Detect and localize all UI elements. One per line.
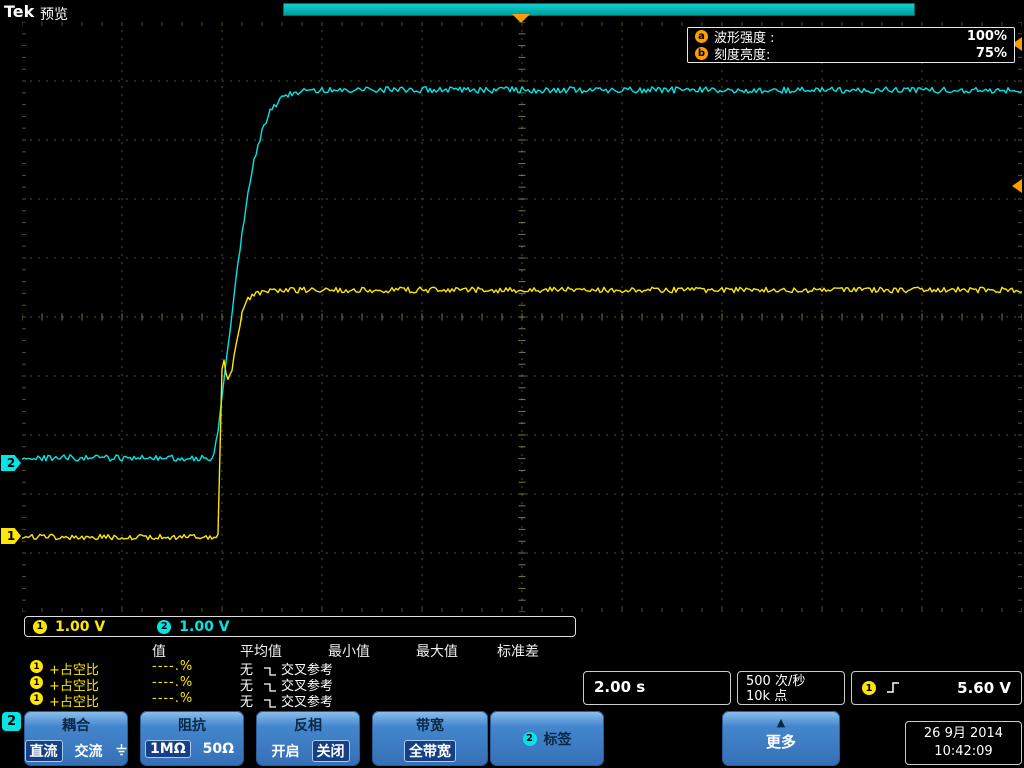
impedance-title: 阻抗 — [178, 718, 206, 734]
horizontal-scale-readout: 2.00 s — [583, 671, 731, 705]
trigger-source-badge: 1 — [862, 681, 876, 695]
coupling-title: 耦合 — [62, 718, 90, 734]
channel-scale-readout: 1 1.00 V 2 1.00 V — [24, 616, 576, 637]
impedance-option-1mohm[interactable]: 1MΩ — [145, 740, 191, 758]
chevron-up-icon: ▲ — [776, 716, 786, 729]
date-value: 26 9月 2014 — [923, 726, 1004, 741]
label-channel-badge: 2 — [522, 731, 537, 746]
bandwidth-option-full[interactable]: 全带宽 — [404, 740, 456, 762]
graticule-intensity-row: b 刻度亮度: 75% — [688, 45, 1014, 63]
ch2-scale-value: 1.00 V — [179, 618, 230, 635]
measurement-col-min: 最小值 — [328, 644, 370, 660]
measurement-row: 1 +占空比 ----.% 无 交叉参考 — [24, 659, 576, 678]
datetime-display: 26 9月 2014 10:42:09 — [905, 721, 1022, 765]
waveform-intensity-row: a 波形强度 : 100% — [688, 28, 1014, 46]
display-settings-popup: a 波形强度 : 100% b 刻度亮度: 75% — [687, 27, 1015, 63]
measurement-value: ----.% — [152, 675, 194, 690]
measurement-row: 1 +占空比 ----.% 无 交叉参考 — [24, 691, 576, 710]
record-length: 10k 点 — [746, 689, 788, 704]
coupling-option-ac[interactable]: 交流 — [70, 740, 108, 762]
invert-option-off[interactable]: 关闭 — [311, 740, 350, 762]
impedance-option-50ohm[interactable]: 50Ω — [198, 740, 239, 758]
impedance-button[interactable]: 阻抗 1MΩ 50Ω — [140, 711, 244, 766]
ch2-scale-group: 2 1.00 V — [157, 618, 230, 635]
trigger-readout: 1 5.60 V — [851, 671, 1022, 705]
measurement-ch-badge: 1 — [30, 692, 43, 705]
measurement-ch-badge: 1 — [30, 660, 43, 673]
measurement-status: 交叉参考 — [281, 695, 334, 710]
waveform-layer — [22, 86, 1022, 541]
measurement-col-stddev: 标准差 — [497, 644, 539, 660]
acquisition-mode-label: 预览 — [40, 7, 68, 23]
acquisition-rate: 500 次/秒 — [746, 674, 806, 689]
bandwidth-title: 带宽 — [416, 718, 444, 734]
waveform-intensity-value: 100% — [966, 29, 1007, 44]
coupling-button[interactable]: 耦合 直流 交流 — [24, 711, 128, 766]
knob-a-icon: a — [695, 30, 708, 43]
rising-edge-icon — [886, 679, 900, 698]
ch2-badge: 2 — [157, 619, 172, 634]
time-value: 10:42:09 — [934, 744, 993, 759]
graticule-intensity-value: 75% — [975, 46, 1007, 61]
label-button[interactable]: 2 标签 — [490, 711, 604, 766]
acquisition-progress-bar — [283, 3, 915, 16]
measurement-name: +占空比 — [49, 695, 99, 710]
ch1-trace — [22, 286, 1022, 541]
measurement-value: ----.% — [152, 691, 194, 706]
invert-title: 反相 — [294, 718, 322, 734]
measurement-col-value: 值 — [152, 644, 166, 660]
measurement-status-prefix: 无 — [240, 695, 254, 710]
ch1-position-marker[interactable]: 1 — [1, 528, 21, 544]
ch2-position-marker[interactable]: 2 — [1, 455, 21, 471]
graticule-intensity-label: 刻度亮度: — [714, 48, 771, 63]
measurement-value: ----.% — [152, 659, 194, 674]
active-channel-badge: 2 — [2, 712, 21, 731]
ground-icon[interactable] — [115, 743, 128, 760]
horizontal-scale-value: 2.00 s — [594, 678, 646, 696]
measurement-ch-badge: 1 — [30, 676, 43, 689]
bandwidth-button[interactable]: 带宽 全带宽 — [372, 711, 488, 766]
invert-button[interactable]: 反相 开启 关闭 — [256, 711, 360, 766]
coupling-option-dc[interactable]: 直流 — [24, 740, 63, 762]
more-title: 更多 — [765, 733, 796, 751]
trigger-level-value: 5.60 V — [957, 679, 1011, 697]
brand-logo: Tek — [4, 2, 35, 21]
knob-b-icon: b — [695, 47, 708, 60]
invert-option-on[interactable]: 开启 — [267, 740, 305, 762]
ch1-badge: 1 — [33, 619, 47, 634]
measurement-col-mean: 平均值 — [240, 644, 282, 660]
measurement-row: 1 +占空比 ----.% 无 交叉参考 — [24, 675, 576, 694]
label-title: 标签 — [543, 731, 572, 748]
more-button[interactable]: ▲ 更多 — [722, 711, 840, 766]
ch1-scale-group: 1 1.00 V — [33, 619, 105, 635]
measurement-col-max: 最大值 — [416, 644, 458, 660]
scope-screen: Tek 预览 2 1 a 波形强度 : 100% b 刻度亮度: 75% 1 1… — [0, 0, 1024, 768]
acquisition-readout: 500 次/秒 10k 点 — [737, 671, 845, 705]
ch1-scale-value: 1.00 V — [55, 618, 106, 635]
ch2-trace — [22, 86, 1022, 462]
